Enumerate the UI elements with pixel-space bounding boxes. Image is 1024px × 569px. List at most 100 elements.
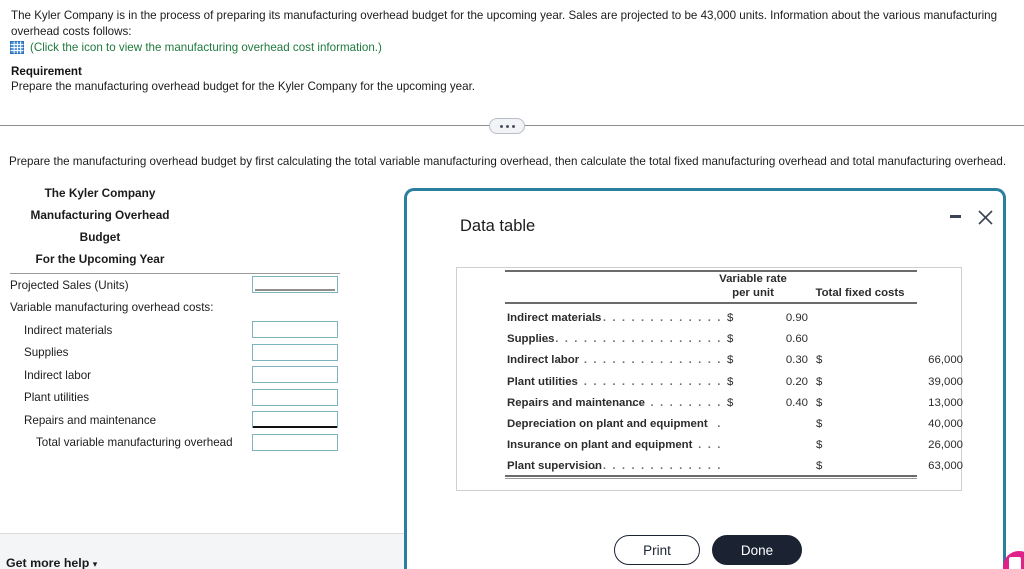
divider-dots-button[interactable] <box>489 118 525 134</box>
page-root: The Kyler Company is in the process of p… <box>0 0 1024 569</box>
get-more-help-label: Get more help <box>6 556 90 569</box>
fixed-cost-value: 26,000 <box>928 439 963 452</box>
worksheet-input[interactable] <box>252 366 338 383</box>
variable-rate-currency-symbol: $ <box>727 312 734 324</box>
fixed-cost-currency-symbol: $ <box>816 375 823 388</box>
chevron-down-icon: ▾ <box>92 559 98 569</box>
leader-dots: . . . . . . . . . . . . . . . . . . . . <box>536 333 722 346</box>
worksheet-row: Variable manufacturing overhead costs: <box>10 297 340 320</box>
worksheet-row-label: Indirect materials <box>24 323 113 337</box>
column-header-variable-rate: Variable rate per unit <box>707 273 799 300</box>
table-row: Supplies. . . . . . . . . . . . . . . . … <box>505 329 917 352</box>
cost-item-name: Indirect materials <box>507 312 602 324</box>
table-row: Indirect materials. . . . . . . . . . . … <box>505 308 917 331</box>
leader-dots: . . . . . . . . . . <box>631 396 722 409</box>
close-button[interactable] <box>973 205 997 229</box>
fixed-cost-value: 40,000 <box>928 418 963 430</box>
worksheet-row: Repairs and maintenance <box>10 409 340 432</box>
data-table-link[interactable]: (Click the icon to view the manufacturin… <box>10 41 382 54</box>
worksheet-input[interactable] <box>252 411 338 428</box>
variable-rate-value: 0.30 <box>785 354 808 367</box>
leader-dots: . . . . . . . . . . . . . . . . <box>574 375 722 388</box>
modal-title: Data table <box>460 217 536 235</box>
requirement-heading: Requirement <box>11 65 82 78</box>
help-widget-glyph <box>1009 557 1021 569</box>
variable-rate-value: 0.20 <box>785 375 808 388</box>
column-header-variable-rate-line2: per unit <box>732 286 774 299</box>
table-row: Indirect labor. . . . . . . . . . . . . … <box>505 350 963 373</box>
cost-item-name: Plant utilities <box>507 375 578 388</box>
variable-rate-currency-symbol: $ <box>727 396 734 409</box>
dot-1 <box>499 124 503 128</box>
leader-dots: . . . . . . . . . . . . . . <box>593 460 722 473</box>
close-icon <box>977 209 993 225</box>
worksheet-row-label: Supplies <box>24 346 69 360</box>
leader-dots: . . . . . . . . . . . . . . <box>593 312 722 324</box>
problem-statement: The Kyler Company is in the process of p… <box>11 9 998 38</box>
fixed-cost-currency-symbol: $ <box>816 354 823 367</box>
worksheet-input[interactable] <box>252 433 338 451</box>
worksheet-row: Projected Sales (Units) <box>10 274 340 297</box>
table-row: Insurance on plant and equipment . . . $26… <box>505 435 963 458</box>
done-button[interactable]: Done <box>712 535 802 565</box>
worksheet-row: Plant utilities <box>10 387 340 410</box>
fixed-cost-currency-symbol: $ <box>816 460 823 473</box>
leader-dots: . . . . . . . . . . . . . . . . . . <box>555 354 722 367</box>
dot-2 <box>505 124 509 128</box>
table-top-rule <box>505 270 917 272</box>
leader-dots: . <box>717 418 722 430</box>
variable-rate-value: 0.60 <box>785 333 808 346</box>
worksheet-row-label: Projected Sales (Units) <box>10 278 129 292</box>
instruction-text: Prepare the manufacturing overhead budge… <box>9 155 1007 168</box>
cost-item-name: Repairs and maintenance <box>507 396 646 409</box>
table-row: Plant utilities. . . . . . . . . . . . .… <box>505 372 963 395</box>
print-button[interactable]: Print <box>614 535 700 565</box>
worksheet-title-period: For the Upcoming Year <box>35 252 165 266</box>
worksheet-row-label: Total variable manufacturing overhead <box>36 436 233 450</box>
minimize-button[interactable] <box>944 205 966 227</box>
fixed-cost-value: 13,000 <box>928 396 963 409</box>
variable-rate-currency-symbol: $ <box>727 333 734 346</box>
fixed-cost-currency-symbol: $ <box>816 418 823 430</box>
table-bottom-rule-2 <box>505 478 917 479</box>
worksheet-row-label: Repairs and maintenance <box>24 413 157 427</box>
worksheet-row-label: Variable manufacturing overhead costs: <box>10 301 214 315</box>
worksheet-row-label: Indirect labor <box>24 368 92 382</box>
cost-item-name: Insurance on plant and equipment <box>507 439 693 452</box>
minimize-icon <box>949 214 961 218</box>
worksheet-input[interactable] <box>252 343 338 361</box>
fixed-cost-value: 63,000 <box>928 460 963 473</box>
worksheet-input[interactable] <box>252 388 338 406</box>
fixed-cost-value: 39,000 <box>928 375 963 388</box>
leader-dots: . . . <box>698 439 722 452</box>
worksheet-title-company: The Kyler Company <box>44 186 156 200</box>
worksheet-rows: Projected Sales (Units) Variable manufact… <box>10 274 340 454</box>
table-header-rule <box>505 302 917 304</box>
requirement-body: Prepare the manufacturing overhead budge… <box>11 80 476 93</box>
table-grid-icon[interactable] <box>10 41 24 54</box>
worksheet-input[interactable] <box>252 276 338 293</box>
column-header-variable-rate-line1: Variable rate <box>719 273 787 285</box>
worksheet-row-label: Plant utilities <box>24 391 90 405</box>
worksheet-row: Indirect materials <box>10 319 340 342</box>
table-bottom-rule-1 <box>505 475 917 477</box>
data-table-link-text[interactable]: (Click the icon to view the manufacturin… <box>30 41 382 54</box>
variable-rate-currency-symbol: $ <box>727 375 734 388</box>
worksheet-title-budget: Manufacturing Overhead Budget <box>30 208 170 244</box>
overhead-budget-worksheet: The Kyler Company Manufacturing Overhead… <box>10 182 340 454</box>
cost-item-name: Depreciation on plant and equipment <box>507 418 708 430</box>
get-more-help-button[interactable]: Get more help ▾ <box>6 556 97 569</box>
data-table-modal: Data table Variable rate per unit Total … <box>404 188 1006 569</box>
fixed-cost-value: 66,000 <box>928 354 963 367</box>
worksheet-row: Indirect labor <box>10 364 340 387</box>
variable-rate-value: 0.40 <box>785 396 808 409</box>
column-header-total-fixed-costs: Total fixed costs <box>815 287 905 299</box>
variable-rate-value: 0.90 <box>785 312 808 324</box>
variable-rate-currency-symbol: $ <box>727 354 734 367</box>
fixed-cost-currency-symbol: $ <box>816 396 823 409</box>
cost-item-name: Plant supervision <box>507 460 602 473</box>
fixed-cost-currency-symbol: $ <box>816 439 823 452</box>
table-row: Depreciation on plant and equipment. $40,… <box>505 414 963 437</box>
section-divider <box>0 118 1024 134</box>
worksheet-input[interactable] <box>252 321 338 338</box>
